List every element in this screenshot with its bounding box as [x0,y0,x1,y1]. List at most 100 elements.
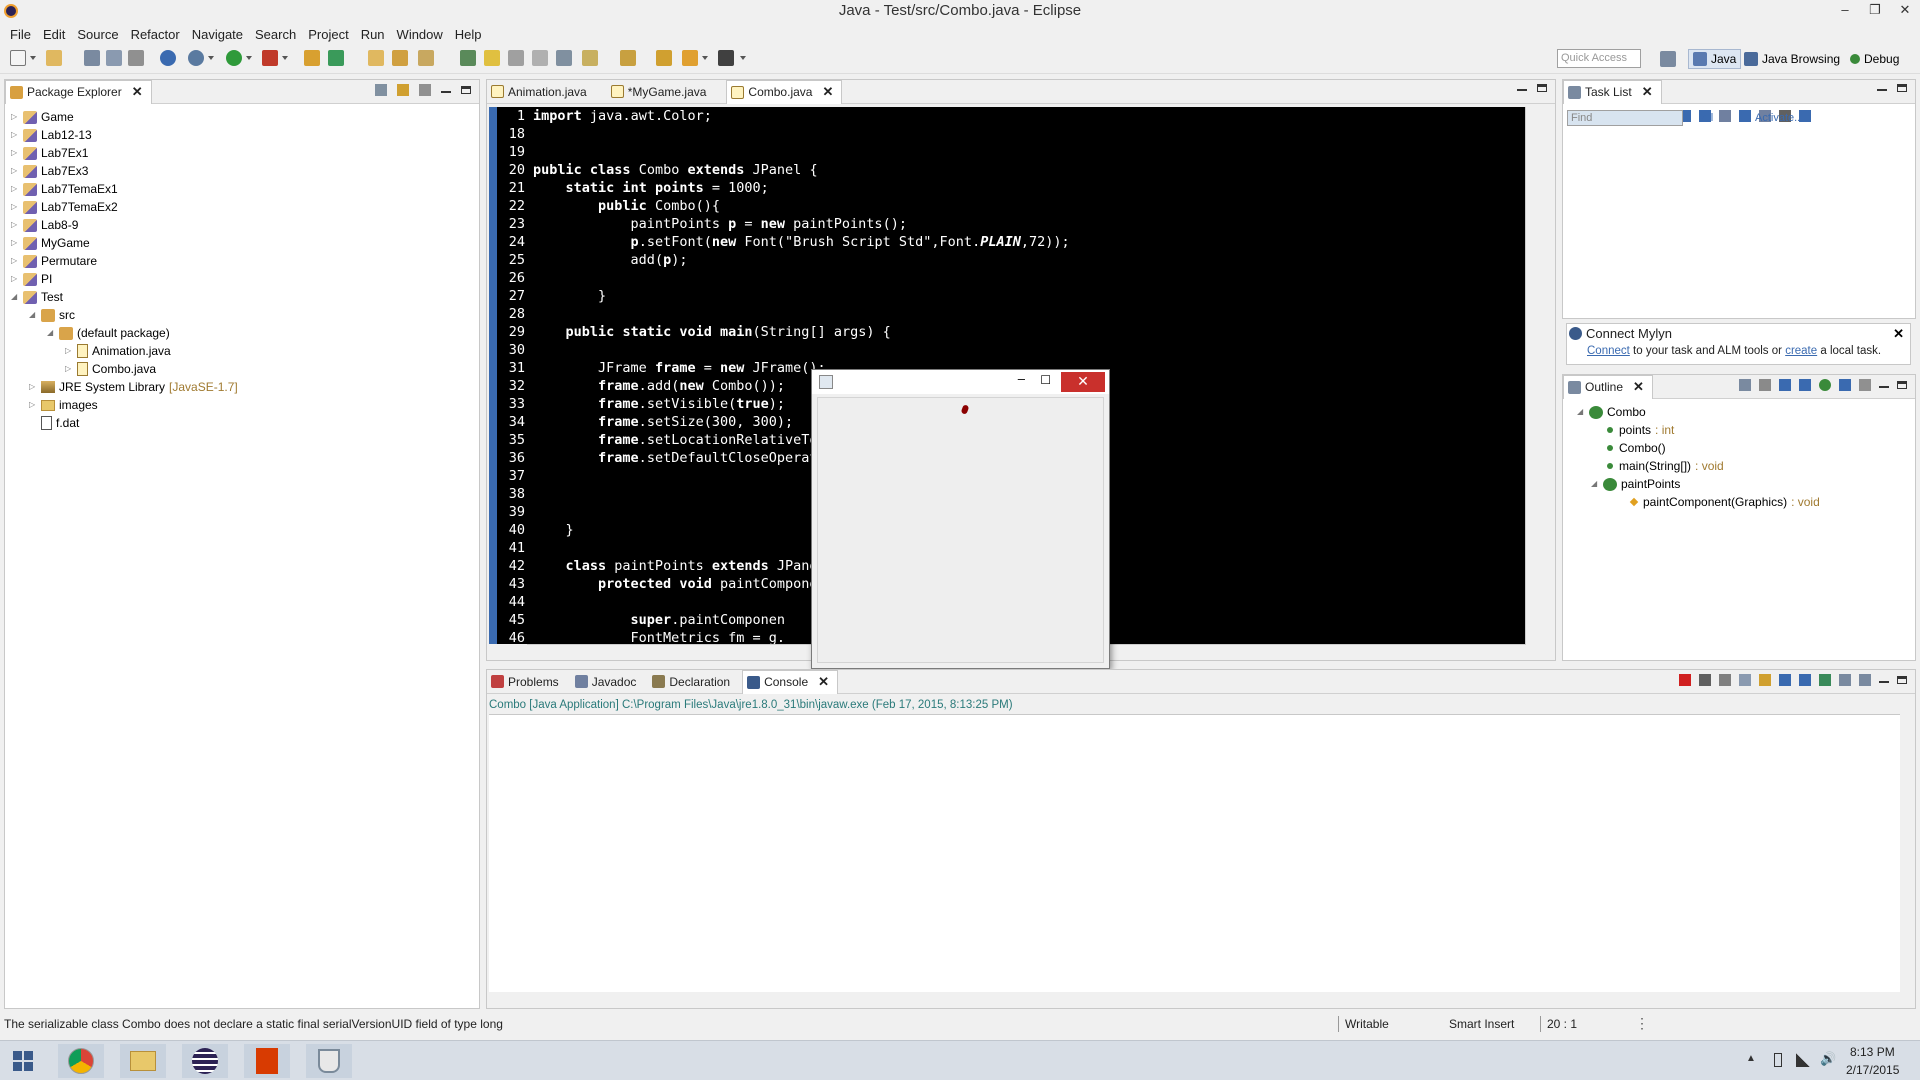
toggle-mark-occurrences-icon[interactable] [460,50,476,66]
tree-item-lab7temaex2[interactable]: ▷ Lab7TemaEx2 [11,198,479,216]
collapse-all-icon[interactable] [375,84,387,96]
menu-window[interactable]: Window [391,27,449,42]
open-perspective-icon[interactable] [1660,51,1676,67]
hide-fields-icon[interactable] [1779,379,1791,391]
tree-item-images[interactable]: ▷ images [11,396,479,414]
tab-task-list[interactable]: Task List ✕ [1563,79,1662,104]
tree-item-f-dat[interactable]: f.dat [11,414,479,432]
tab-package-explorer[interactable]: Package Explorer ✕ [5,79,152,104]
open-type-icon[interactable] [368,50,384,66]
forward-icon[interactable] [718,50,734,66]
clear-console-icon[interactable] [1739,674,1751,686]
tree-item-default-package[interactable]: ◢ (default package) [11,324,479,342]
save-icon[interactable] [84,50,100,66]
back-dropdown-icon[interactable] [702,56,708,60]
scroll-lock-icon[interactable] [1759,674,1771,686]
tab-problems[interactable]: Problems [487,670,567,694]
hide-non-public-icon[interactable] [1819,379,1831,391]
menu-help[interactable]: Help [449,27,488,42]
menu-source[interactable]: Source [71,27,124,42]
close-icon[interactable]: ✕ [132,80,143,104]
focus-active-task-icon[interactable] [1859,379,1871,391]
close-icon[interactable]: ✕ [1642,80,1653,104]
maximize-view-icon[interactable] [1897,676,1907,684]
view-menu-icon[interactable] [419,84,431,96]
quick-access-input[interactable]: Quick Access [1557,49,1641,68]
external-tools-icon[interactable] [262,50,278,66]
terminate-icon[interactable] [1679,674,1691,686]
tab-mygame-java[interactable]: *MyGame.java [607,80,715,104]
task-activate-link[interactable]: Activate... [1755,112,1803,124]
tab-combo-java[interactable]: Combo.java ✕ [726,79,843,104]
new-package-icon[interactable] [328,50,344,66]
next-annotation-icon[interactable] [582,50,598,66]
tab-javadoc[interactable]: Javadoc [571,670,645,694]
hide-static-icon[interactable] [1799,379,1811,391]
minimize-view-icon[interactable] [1877,89,1887,91]
eclipse-taskbar-button[interactable] [182,1044,228,1078]
save-all-icon[interactable] [106,50,122,66]
outline-item-points[interactable]: points : int [1577,421,1915,439]
prev-annotation-icon[interactable] [620,50,636,66]
show-stderr-icon[interactable] [1799,674,1811,686]
last-edit-location-icon[interactable] [656,50,672,66]
block-selection-icon[interactable] [532,50,548,66]
outline-item-paintpoints[interactable]: ◢ paintPoints [1577,475,1915,493]
maximize-view-icon[interactable] [1897,84,1907,92]
tree-item-lab7temaex1[interactable]: ▷ Lab7TemaEx1 [11,180,479,198]
menu-refactor[interactable]: Refactor [125,27,186,42]
perspective-java-browsing[interactable]: Java Browsing [1744,49,1840,69]
close-window-button[interactable]: ✕ [1890,0,1920,22]
focus-icon[interactable] [1739,110,1751,122]
menu-search[interactable]: Search [249,27,302,42]
hide-local-types-icon[interactable] [1839,379,1851,391]
maximize-view-icon[interactable] [1537,84,1547,92]
collapse-all-icon[interactable] [1739,379,1751,391]
menu-run[interactable]: Run [355,27,391,42]
close-icon[interactable]: ✕ [818,670,829,694]
maximize-view-icon[interactable] [1897,381,1907,389]
sort-icon[interactable] [1759,379,1771,391]
explorer-taskbar-button[interactable] [120,1044,166,1078]
signal-icon[interactable] [1796,1053,1810,1067]
tree-item-combo-java[interactable]: ▷ Combo.java [11,360,479,378]
minimize-view-icon[interactable] [1517,89,1527,91]
tree-item-lab7ex1[interactable]: ▷ Lab7Ex1 [11,144,479,162]
minimize-view-icon[interactable] [1879,681,1889,683]
restore-window-button[interactable]: ❐ [1860,0,1890,22]
chrome-taskbar-button[interactable] [58,1044,104,1078]
console-output[interactable] [489,714,1900,992]
run-dropdown-icon[interactable] [246,56,252,60]
show-stdout-icon[interactable] [1779,674,1791,686]
tree-item-src[interactable]: ◢ src [11,306,479,324]
close-mylyn-icon[interactable]: ✕ [1893,326,1904,342]
office-taskbar-button[interactable] [244,1044,290,1078]
new-icon[interactable] [10,50,26,66]
start-button[interactable] [0,1044,46,1078]
perspective-java[interactable]: Java [1688,49,1742,69]
battery-icon[interactable] [1774,1053,1782,1067]
new-java-project-icon[interactable] [304,50,320,66]
create-link[interactable]: create [1785,345,1817,357]
minimize-window-button[interactable]: – [1830,0,1860,22]
task-all-link[interactable]: All [1701,112,1713,124]
tab-outline[interactable]: Outline ✕ [1563,374,1653,399]
tree-item-lab7ex3[interactable]: ▷ Lab7Ex3 [11,162,479,180]
java-maximize-button[interactable]: ☐ [1040,373,1051,387]
tree-item-animation-java[interactable]: ▷ Animation.java [11,342,479,360]
remove-launch-icon[interactable] [1699,674,1711,686]
show-source-icon[interactable] [556,50,572,66]
java-close-button[interactable]: ✕ [1061,372,1105,392]
connect-link[interactable]: Connect [1587,345,1630,357]
tree-item-mygame[interactable]: ▷ MyGame [11,234,479,252]
outline-item-main[interactable]: main(String[]) : void [1577,457,1915,475]
display-console-icon[interactable] [1839,674,1851,686]
volume-icon[interactable]: 🔊 [1820,1051,1836,1067]
new-dropdown-icon[interactable] [30,56,36,60]
menu-file[interactable]: File [4,27,37,42]
open-console-icon[interactable] [1859,674,1871,686]
run-icon[interactable] [226,50,242,66]
menu-navigate[interactable]: Navigate [186,27,249,42]
java-minimize-button[interactable]: – [1018,371,1025,386]
close-icon[interactable]: ✕ [1633,375,1644,399]
